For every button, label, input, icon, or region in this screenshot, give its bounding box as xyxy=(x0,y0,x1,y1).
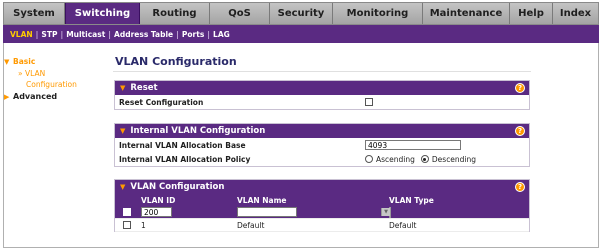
subnav-lag[interactable]: LAG xyxy=(210,30,233,39)
tab-system[interactable]: System xyxy=(4,3,65,24)
vlan-type-select[interactable]: ▼ xyxy=(381,206,391,218)
new-vlan-row: ▼ xyxy=(115,206,529,219)
tab-routing[interactable]: Routing xyxy=(140,3,210,24)
subnav-ports[interactable]: Ports xyxy=(179,30,207,39)
reset-configuration-label: Reset Configuration xyxy=(119,97,204,107)
vlan-id-cell: 1 xyxy=(141,220,146,230)
vlan-id-input[interactable] xyxy=(141,207,172,217)
vlan-table-section-header: ▼ VLAN Configuration ? xyxy=(115,180,529,194)
tab-security[interactable]: Security xyxy=(270,3,333,24)
table-header: VLAN ID VLAN Name VLAN Type xyxy=(115,194,529,206)
table-row: 1 Default Default xyxy=(115,219,529,232)
allocation-base-row: Internal VLAN Allocation Base xyxy=(115,138,529,152)
chevron-down-icon: ▼ xyxy=(4,57,10,66)
title-divider xyxy=(113,71,531,72)
allocation-policy-label: Internal VLAN Allocation Policy xyxy=(119,154,251,164)
section-title: Internal VLAN Configuration xyxy=(130,126,266,136)
sidebar-item-advanced[interactable]: ▶ Advanced xyxy=(4,92,102,101)
vlan-type-cell: Default xyxy=(389,220,417,230)
column-header-vlan-name: VLAN Name xyxy=(237,195,287,205)
sidebar-item-basic[interactable]: ▼ Basic xyxy=(4,57,102,66)
ascending-radio[interactable] xyxy=(365,155,373,163)
chevron-down-icon: ▼ xyxy=(381,207,390,216)
row-checkbox[interactable] xyxy=(123,221,131,229)
sub-navigation: VLAN | STP | Multicast | Address Table |… xyxy=(3,25,599,43)
vlan-name-cell: Default xyxy=(237,220,265,230)
section-title: VLAN Configuration xyxy=(130,182,225,192)
sidebar-item-label: Basic xyxy=(13,57,36,66)
column-header-vlan-type: VLAN Type xyxy=(389,195,434,205)
ascending-label: Ascending xyxy=(376,154,415,164)
subnav-multicast[interactable]: Multicast xyxy=(63,30,108,39)
tab-switching[interactable]: Switching xyxy=(65,3,140,24)
help-icon[interactable]: ? xyxy=(515,126,525,136)
top-navigation: System Switching Routing QoS Security Mo… xyxy=(3,2,599,25)
double-arrow-icon: » xyxy=(18,69,23,78)
collapse-icon[interactable]: ▼ xyxy=(120,183,125,191)
chevron-right-icon: ▶ xyxy=(4,92,10,101)
allocation-base-label: Internal VLAN Allocation Base xyxy=(119,140,246,150)
internal-vlan-section: ▼ Internal VLAN Configuration ? Internal… xyxy=(114,123,530,167)
sidebar-item-label: Advanced xyxy=(13,92,58,101)
allocation-base-input[interactable] xyxy=(365,140,461,150)
reset-configuration-row: Reset Configuration xyxy=(115,95,529,109)
internal-vlan-section-header: ▼ Internal VLAN Configuration ? xyxy=(115,124,529,138)
subnav-vlan[interactable]: VLAN xyxy=(7,30,36,39)
sidebar: ▼ Basic » VLAN Configuration ▶ Advanced xyxy=(4,57,102,103)
tab-help[interactable]: Help xyxy=(510,3,553,24)
sidebar-item-label: VLAN xyxy=(24,69,46,78)
reset-configuration-checkbox[interactable] xyxy=(365,98,373,106)
help-icon[interactable]: ? xyxy=(515,182,525,192)
tab-monitoring[interactable]: Monitoring xyxy=(333,3,423,24)
tab-maintenance[interactable]: Maintenance xyxy=(423,3,510,24)
page-title: VLAN Configuration xyxy=(115,55,237,68)
tab-index[interactable]: Index xyxy=(553,3,598,24)
descending-label: Descending xyxy=(431,154,477,164)
reset-section-header: ▼ Reset ? xyxy=(115,81,529,95)
collapse-icon[interactable]: ▼ xyxy=(120,84,125,92)
allocation-policy-row: Internal VLAN Allocation Policy Ascendin… xyxy=(115,152,529,166)
collapse-icon[interactable]: ▼ xyxy=(120,127,125,135)
vlan-table-section: ▼ VLAN Configuration ? VLAN ID VLAN Name… xyxy=(114,179,530,232)
help-icon[interactable]: ? xyxy=(515,83,525,93)
tab-qos[interactable]: QoS xyxy=(210,3,270,24)
sidebar-item-vlan[interactable]: » VLAN xyxy=(4,68,102,79)
descending-radio[interactable] xyxy=(420,155,429,163)
sidebar-item-configuration[interactable]: Configuration xyxy=(4,79,102,90)
column-header-vlan-id: VLAN ID xyxy=(141,195,176,205)
subnav-stp[interactable]: STP xyxy=(38,30,60,39)
subnav-address-table[interactable]: Address Table xyxy=(111,30,176,39)
new-row-checkbox[interactable] xyxy=(123,208,131,216)
section-title: Reset xyxy=(130,83,158,93)
reset-section: ▼ Reset ? Reset Configuration xyxy=(114,80,530,110)
vlan-name-input[interactable] xyxy=(237,207,297,217)
